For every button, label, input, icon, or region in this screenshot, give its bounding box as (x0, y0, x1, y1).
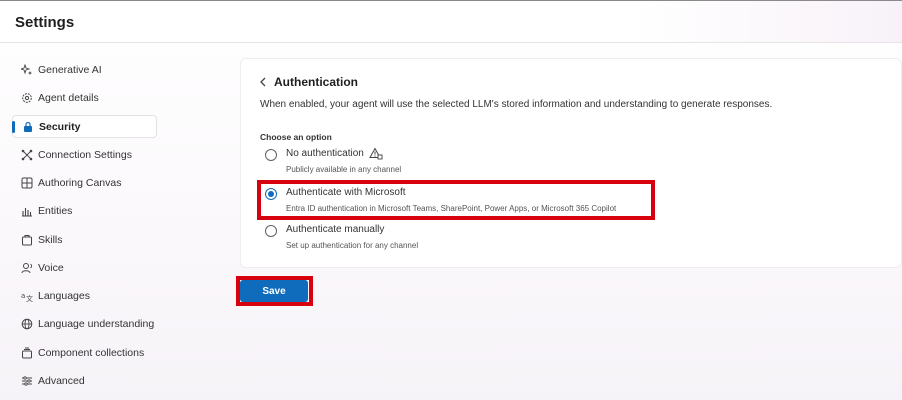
sidebar-item-component-collections[interactable]: Component collections (12, 341, 157, 364)
collection-icon (21, 347, 33, 359)
sidebar-item-generative-ai[interactable]: Generative AI (12, 58, 157, 81)
sidebar-item-advanced[interactable]: Advanced (12, 369, 157, 392)
page-title: Settings (15, 14, 75, 31)
option-subtitle: Publicly available in any channel (286, 165, 402, 174)
sidebar-item-label: Voice (38, 261, 64, 274)
choose-option-label: Choose an option (260, 132, 332, 142)
sparkle-icon (21, 63, 33, 76)
sidebar-item-label: Advanced (38, 374, 85, 387)
svg-text:a: a (21, 292, 25, 300)
sidebar-item-language-understanding[interactable]: Language understanding (12, 312, 157, 335)
skills-icon (21, 234, 33, 246)
back-chevron-icon[interactable] (258, 75, 268, 89)
sidebar-item-label: Entities (38, 204, 73, 217)
sidebar-item-voice[interactable]: Voice (12, 256, 157, 279)
authentication-card: Authentication When enabled, your agent … (240, 58, 902, 268)
grid-icon (21, 177, 33, 189)
sidebar-item-connection-settings[interactable]: Connection Settings (12, 143, 157, 166)
option-title: No authentication (286, 148, 364, 159)
sidebar-item-label: Language understanding (38, 317, 155, 330)
sidebar-item-label: Languages (38, 289, 90, 302)
sliders-icon (21, 375, 33, 387)
sidebar-item-skills[interactable]: Skills (12, 228, 157, 251)
radio-no-authentication[interactable] (265, 149, 277, 161)
option-title: Authenticate manually (286, 224, 385, 235)
sidebar-item-label: Connection Settings (38, 148, 132, 161)
authentication-title: Authentication (274, 75, 358, 89)
sidebar-item-languages[interactable]: a文 Languages (12, 284, 157, 307)
sidebar-item-label: Component collections (38, 346, 145, 359)
sidebar-item-entities[interactable]: Entities (12, 199, 157, 222)
save-button[interactable]: Save (240, 280, 308, 302)
page-header: Settings (0, 1, 902, 43)
lock-icon (22, 121, 34, 133)
highlight-authenticate-with-microsoft (257, 180, 655, 220)
option-subtitle: Set up authentication for any channel (286, 241, 419, 250)
sidebar-item-label: Agent details (38, 91, 99, 104)
authentication-description: When enabled, your agent will use the se… (260, 99, 773, 110)
voice-icon (21, 262, 33, 274)
connection-icon (21, 149, 33, 161)
warning-icon (369, 147, 383, 161)
sidebar-item-label: Generative AI (38, 63, 102, 76)
entities-icon (21, 205, 33, 217)
svg-text:文: 文 (26, 294, 33, 302)
sidebar-item-label: Security (39, 120, 81, 133)
gear-icon (21, 92, 33, 104)
radio-authenticate-manually[interactable] (265, 225, 277, 237)
languages-icon: a文 (21, 290, 33, 302)
sidebar-item-label: Skills (38, 233, 63, 246)
globe-icon (21, 318, 33, 330)
sidebar-item-security[interactable]: Security (12, 115, 157, 138)
sidebar-item-label: Authoring Canvas (38, 176, 122, 189)
sidebar-item-authoring-canvas[interactable]: Authoring Canvas (12, 171, 157, 194)
sidebar-item-agent-details[interactable]: Agent details (12, 86, 157, 109)
